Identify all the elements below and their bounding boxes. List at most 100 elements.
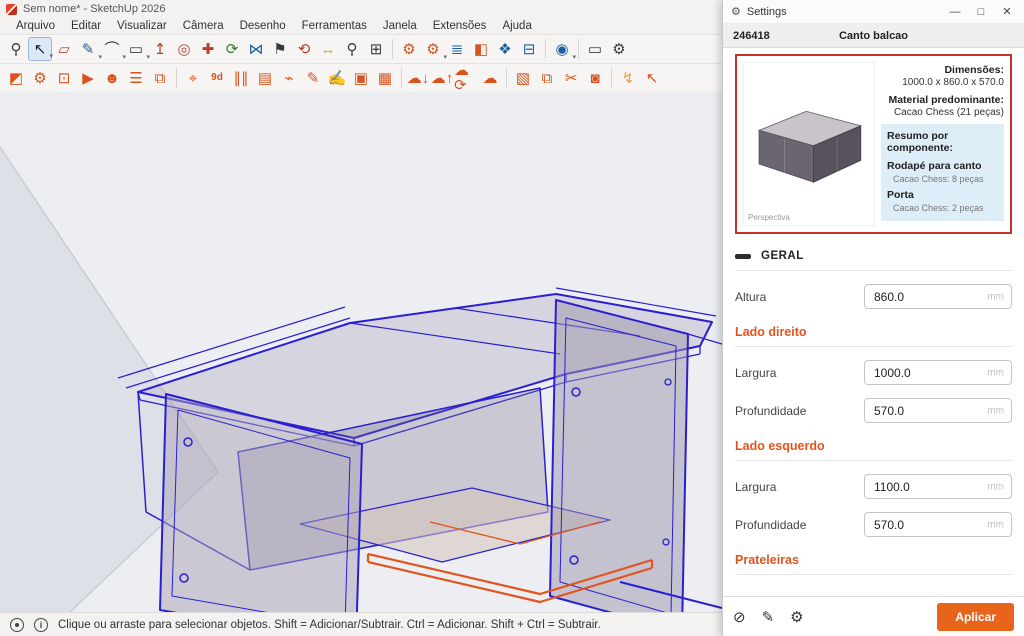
pan-tool-button[interactable]: ↔ [316, 37, 340, 61]
eraser-tool-button[interactable]: ▱ [52, 37, 76, 61]
new-board-button[interactable]: ▭ [583, 37, 607, 61]
rotate-90-icon: 9d [211, 73, 223, 83]
component-header: Canto balcao 246418 [723, 24, 1024, 48]
target-button[interactable]: ⌖ [181, 66, 205, 90]
settings-gear-button[interactable]: ⚙ [607, 37, 631, 61]
largura-direita-label: Largura [735, 366, 776, 380]
approve-edit-icon: ✍ [328, 71, 347, 86]
plugin-gear-b-button[interactable]: ⚙▾ [421, 37, 445, 61]
offset-tool-icon: ◎ [177, 42, 190, 57]
select-tool-button[interactable]: ↖▾ [28, 37, 52, 61]
dropdown-chevron-icon[interactable]: ▾ [572, 53, 576, 61]
zoom-tool-button[interactable]: ⚲ [4, 37, 28, 61]
offset-tool-button[interactable]: ◎ [172, 37, 196, 61]
shape-tool-button[interactable]: ▭▾ [124, 37, 148, 61]
dimensions-value: 1000.0 x 860.0 x 570.0 [881, 77, 1004, 88]
cut-button[interactable]: ✂ [559, 66, 583, 90]
layers-panel-button[interactable]: ≣ [445, 37, 469, 61]
components-panel-button[interactable]: ❖ [493, 37, 517, 61]
close-button[interactable]: ✕ [994, 1, 1020, 23]
image-gallery-button[interactable]: ▧ [511, 66, 535, 90]
apply-button[interactable]: Aplicar [937, 603, 1014, 631]
gear-tools-button[interactable]: ⚙ [28, 66, 52, 90]
menu-desenho[interactable]: Desenho [232, 20, 294, 32]
toolbar-separator [176, 68, 177, 88]
collapse-icon[interactable] [735, 254, 751, 259]
zoom-in-tool-button[interactable]: ⚲ [340, 37, 364, 61]
viewport-canvas[interactable] [0, 92, 722, 612]
cloud-button[interactable]: ☁ [478, 66, 502, 90]
geolocation-icon[interactable] [10, 618, 24, 632]
profundidade-esquerda-input[interactable]: mm [864, 512, 1012, 537]
barcode-icon: ∥∥ [234, 71, 249, 86]
barcode-button[interactable]: ∥∥ [229, 66, 253, 90]
settings-titlebar[interactable]: ⚙ Settings — □ ✕ [723, 0, 1024, 24]
profundidade-direita-input[interactable]: mm [864, 398, 1012, 423]
cloud-download-button[interactable]: ☁↓ [406, 66, 430, 90]
settings-title: Settings [747, 6, 787, 18]
menu-janela[interactable]: Janela [375, 20, 425, 32]
menu-arquivo[interactable]: Arquivo [8, 20, 63, 32]
largura-direita-input[interactable]: mm [864, 360, 1012, 385]
approve-edit-button[interactable]: ✍ [325, 66, 349, 90]
colored-cube-button[interactable]: ◩ [4, 66, 28, 90]
footer-settings-button[interactable]: ⚙ [790, 608, 803, 626]
largura-esquerda-input[interactable]: mm [864, 474, 1012, 499]
largura-esquerda-unit: mm [987, 481, 1004, 492]
section-prateleiras: Prateleiras [735, 553, 1012, 575]
pencil-tool-button[interactable]: ✎▾ [76, 37, 100, 61]
altura-label: Altura [735, 290, 766, 304]
account-avatar-button[interactable]: ◉▾ [550, 37, 574, 61]
altura-input[interactable]: mm [864, 284, 1012, 309]
edit-button[interactable]: ✎ [762, 608, 775, 626]
move-tool-button[interactable]: ✚ [196, 37, 220, 61]
menu-ajuda[interactable]: Ajuda [494, 20, 539, 32]
plugin-gear-a-button[interactable]: ⚙ [397, 37, 421, 61]
pushpull-tool-button[interactable]: ↥ [148, 37, 172, 61]
section-plane-button[interactable]: ⚑ [268, 37, 292, 61]
edit-pencil-button[interactable]: ✎ [301, 66, 325, 90]
info-icon[interactable]: i [34, 618, 48, 632]
maximize-button[interactable]: □ [968, 1, 994, 23]
cloud-sync-button[interactable]: ☁⟳ [454, 66, 478, 90]
section-geral[interactable]: GERAL [735, 242, 1012, 271]
cabinet-right-door[interactable] [550, 300, 688, 612]
database-panel-button[interactable]: ⊟ [517, 37, 541, 61]
menu-ferramentas[interactable]: Ferramentas [294, 20, 375, 32]
copy-list-button[interactable]: ⧉ [148, 66, 172, 90]
menu-visualizar[interactable]: Visualizar [109, 20, 175, 32]
menu-editar[interactable]: Editar [63, 20, 109, 32]
media-player-button[interactable]: ▶ [76, 66, 100, 90]
plugin-gear-a-icon: ⚙ [402, 42, 415, 57]
materials-panel-button[interactable]: ◧ [469, 37, 493, 61]
menu-camera[interactable]: Câmera [175, 20, 232, 32]
clear-button[interactable]: ⊘ [733, 608, 746, 626]
component-preview[interactable]: Perspectiva [743, 62, 875, 226]
menu-extensoes[interactable]: Extensões [425, 20, 495, 32]
camera-capture-icon: ◙ [590, 71, 599, 86]
camera-capture-button[interactable]: ◙ [583, 66, 607, 90]
minimize-button[interactable]: — [942, 1, 968, 23]
flashlight-button[interactable]: ↯ [616, 66, 640, 90]
pricing-button[interactable]: ⊡ [52, 66, 76, 90]
key-button[interactable]: ⌁ [277, 66, 301, 90]
calendar-button[interactable]: ▦ [373, 66, 397, 90]
zoom-extents-icon: ⊞ [370, 42, 383, 57]
printer-button[interactable]: ▤ [253, 66, 277, 90]
plugin-gear-b-icon: ⚙ [426, 42, 439, 57]
flip-tool-button[interactable]: ⋈ [244, 37, 268, 61]
cloud-upload-button[interactable]: ☁↑ [430, 66, 454, 90]
list-panel-button[interactable]: ☰ [124, 66, 148, 90]
component-summary: Dimensões: 1000.0 x 860.0 x 570.0 Materi… [881, 62, 1004, 226]
copy-pages-button[interactable]: ⧉ [535, 66, 559, 90]
pointer-orange-button[interactable]: ↖ [640, 66, 664, 90]
rotate-tool-icon: ⟳ [226, 42, 239, 57]
clipboard-button[interactable]: ▣ [349, 66, 373, 90]
arc-tool-button[interactable]: ⌒▾ [100, 37, 124, 61]
client-profile-button[interactable]: ☻ [100, 66, 124, 90]
rotate-tool-button[interactable]: ⟳ [220, 37, 244, 61]
zoom-extents-button[interactable]: ⊞ [364, 37, 388, 61]
pushpull-tool-icon: ↥ [154, 42, 167, 57]
orbit-tool-button[interactable]: ⟲ [292, 37, 316, 61]
rotate-90-button[interactable]: 9d [205, 66, 229, 90]
